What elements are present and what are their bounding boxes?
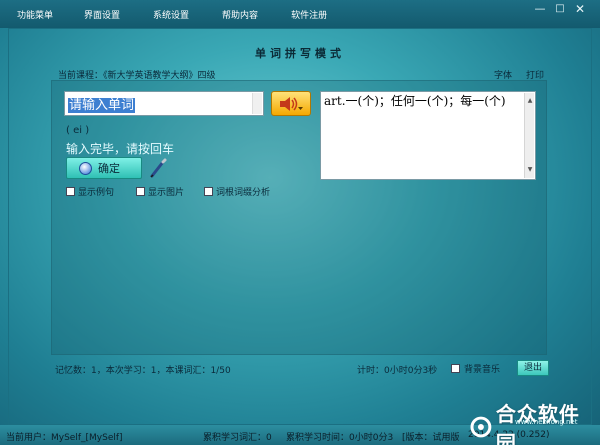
menu-help[interactable]: 帮助内容 (191, 8, 258, 21)
speaker-icon (280, 96, 303, 111)
meaning-box: art.一(个)；任何一(个)；每一(个) ▲ ▼ (320, 91, 536, 180)
option-checkboxes: 显示例句 显示图片 词根词缀分析 (66, 185, 290, 198)
checkbox-box[interactable] (451, 364, 460, 373)
status-user: 当前用户：MySelf_[MySelf] (6, 433, 123, 443)
scroll-up-icon[interactable]: ▲ (526, 94, 534, 108)
window-controls: — □ ✕ (534, 2, 586, 16)
pen-icon[interactable] (148, 157, 168, 179)
meaning-scrollbar[interactable]: ▲ ▼ (524, 93, 534, 178)
watermark-url: www.hezhong.net (515, 418, 578, 426)
confirm-label: 确定 (98, 162, 120, 175)
menu-system[interactable]: 系统设置 (122, 8, 189, 21)
confirm-button[interactable]: 确定 (66, 157, 142, 179)
checkbox-box[interactable] (136, 187, 146, 196)
minimize-icon[interactable]: — (534, 2, 546, 16)
status-time: 累积学习时间：0小时0分3 (286, 433, 394, 443)
show-example-checkbox[interactable]: 显示例句 (66, 185, 114, 198)
checkbox-box[interactable] (204, 187, 214, 196)
close-icon[interactable]: ✕ (574, 2, 586, 16)
input-hint: 输入完毕，请按回车 (66, 142, 175, 156)
bgm-label: 背景音乐 (464, 365, 501, 375)
meaning-text: art.一(个)；任何一(个)；每一(个) (324, 94, 506, 108)
checkbox-label: 词根词缀分析 (216, 188, 271, 198)
menu-interface[interactable]: 界面设置 (55, 8, 120, 21)
root-analysis-checkbox[interactable]: 词根词缀分析 (204, 185, 270, 198)
background-music-checkbox[interactable]: 背景音乐 (451, 362, 500, 375)
checkbox-label: 显示图片 (148, 188, 185, 198)
word-input[interactable]: 请输入单词 (64, 91, 264, 116)
scroll-down-icon[interactable]: ▼ (526, 163, 534, 177)
timer: 计时：0小时0分3秒 (357, 366, 438, 376)
status-version: [版本：试用版 (402, 433, 460, 443)
word-input-value: 请输入单词 (68, 98, 136, 113)
pronounce-button[interactable] (271, 91, 311, 116)
confirm-icon (79, 161, 92, 175)
checkbox-box[interactable] (66, 187, 75, 196)
phonetic: ( ei ) (66, 125, 90, 136)
exit-button[interactable]: 退出 (517, 360, 549, 376)
menu-function[interactable]: 功能菜单 (0, 8, 53, 21)
status-words: 累积学习词汇：0 (203, 433, 272, 443)
logo-icon (470, 416, 492, 438)
menu-bar: 功能菜单 界面设置 系统设置 帮助内容 软件注册 — □ ✕ (0, 0, 600, 28)
input-scrollbar[interactable] (252, 93, 262, 114)
checkbox-label: 显示例句 (78, 188, 115, 198)
page-title: 单词拼写模式 (255, 47, 345, 60)
menu-register[interactable]: 软件注册 (260, 8, 327, 21)
study-stats: 记忆数：1，本次学习：1，本课词汇：1/50 (55, 366, 231, 376)
maximize-icon[interactable]: □ (554, 2, 566, 16)
show-image-checkbox[interactable]: 显示图片 (136, 185, 184, 198)
